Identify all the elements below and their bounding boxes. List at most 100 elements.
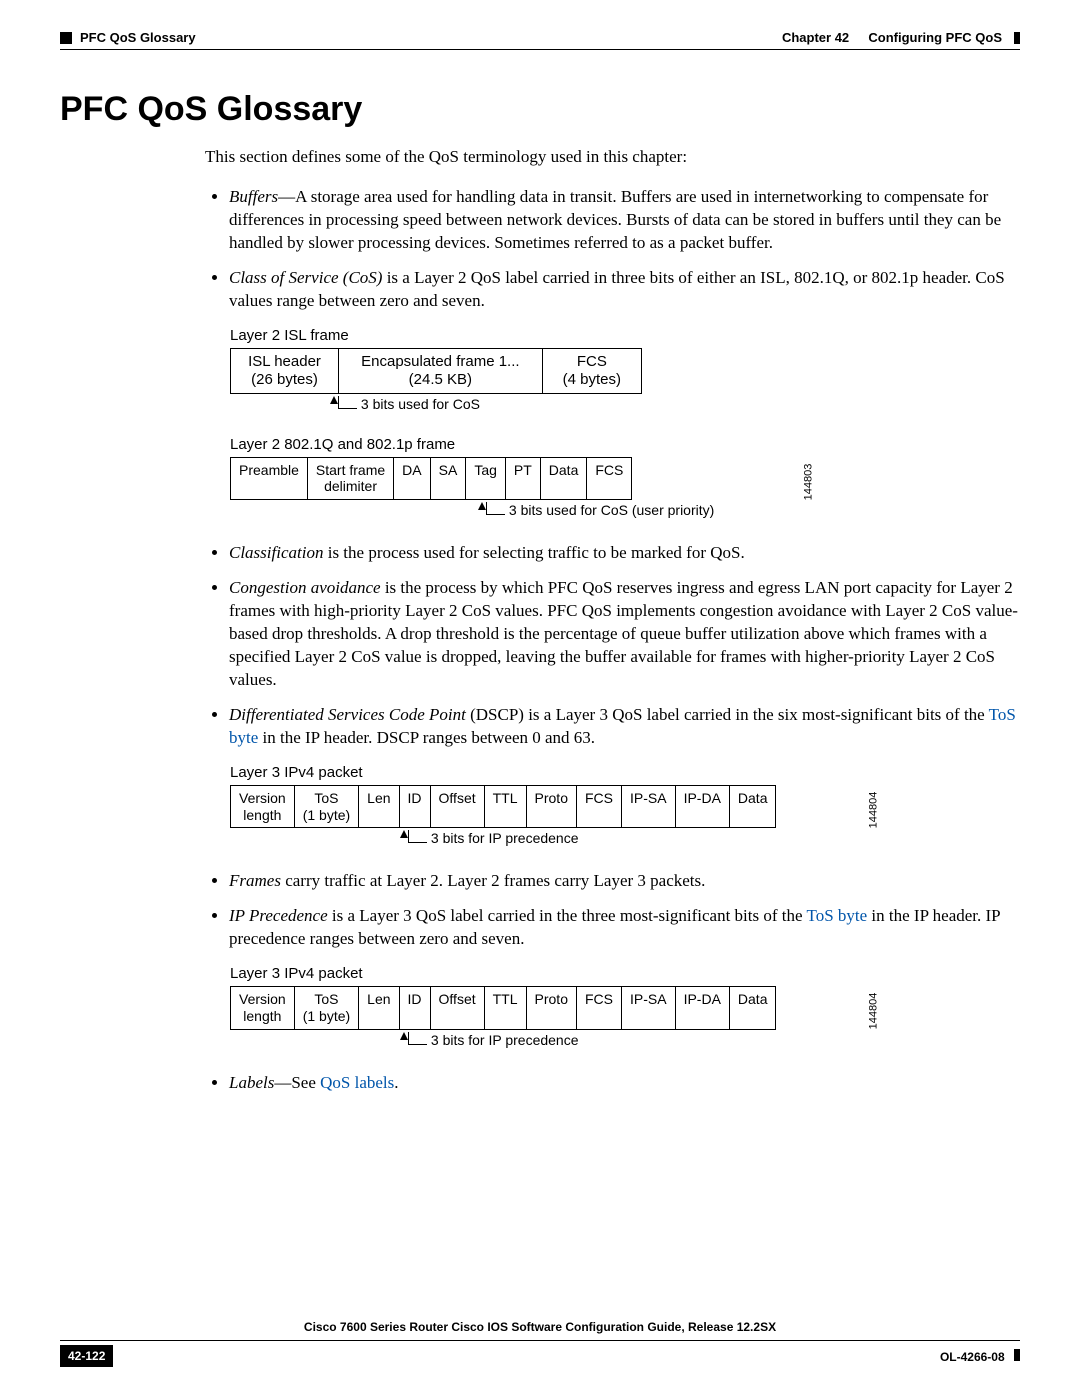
list-item: Congestion avoidance is the process by w… xyxy=(229,577,1020,692)
frame-cell: ToS (1 byte) xyxy=(295,987,359,1029)
glossary-list: Buffers—A storage area used for handling… xyxy=(205,186,1020,313)
cell-line: delimiter xyxy=(324,478,377,494)
term-labels: Labels xyxy=(229,1073,274,1092)
cell-line: Offset xyxy=(439,790,476,806)
frame-cell: FCS xyxy=(577,786,622,828)
term-dscp: Differentiated Services Code Point xyxy=(229,705,466,724)
text-ipprec-a: is a Layer 3 QoS label carried in the th… xyxy=(328,906,807,925)
frame-cell: Version length xyxy=(231,786,295,828)
cell-line: SA xyxy=(439,462,458,478)
diagram-caption: Layer 2 ISL frame xyxy=(230,327,1020,344)
figure-id: 144804 xyxy=(867,993,879,1030)
arrow-up-icon xyxy=(400,830,408,838)
cell-line: Version xyxy=(239,991,286,1007)
list-item: Labels—See QoS labels. xyxy=(229,1072,1020,1095)
frame-cell: Len xyxy=(359,786,399,828)
cell-line: ToS xyxy=(314,991,338,1007)
text-frames: carry traffic at Layer 2. Layer 2 frames… xyxy=(281,871,705,890)
footer-rule xyxy=(60,1340,1020,1341)
annotation-text: 3 bits for IP precedence xyxy=(431,830,579,846)
text-labels-end: . xyxy=(394,1073,398,1092)
cell-line: (1 byte) xyxy=(303,807,350,823)
header-chapter: Chapter 42 xyxy=(782,30,849,45)
frame-cell: FCS (4 bytes) xyxy=(543,349,641,393)
cell-line: Tag xyxy=(474,462,497,478)
cell-line: length xyxy=(243,807,281,823)
page-title: PFC QoS Glossary xyxy=(60,90,1020,129)
cell-line: FCS xyxy=(585,991,613,1007)
cell-line: IP-SA xyxy=(630,790,667,806)
glossary-list: Frames carry traffic at Layer 2. Layer 2… xyxy=(205,870,1020,951)
list-item: Frames carry traffic at Layer 2. Layer 2… xyxy=(229,870,1020,893)
frame-row: Version length ToS (1 byte) Len ID Offse… xyxy=(230,986,776,1030)
footer-doc-title: Cisco 7600 Series Router Cisco IOS Softw… xyxy=(60,1320,1020,1334)
frame-cell: ID xyxy=(400,987,431,1029)
diagram-annotation: 3 bits for IP precedence xyxy=(400,830,1020,846)
cell-line: TTL xyxy=(493,790,518,806)
frame-cell: Data xyxy=(730,987,776,1029)
cell-line: TTL xyxy=(493,991,518,1007)
cell-line: FCS xyxy=(577,353,607,370)
text-dscp-a: (DSCP) is a Layer 3 QoS label carried in… xyxy=(466,705,989,724)
cell-line: ToS xyxy=(314,790,338,806)
term-buffers: Buffers xyxy=(229,187,278,206)
cell-line: DA xyxy=(402,462,421,478)
diagram-ipv4-2: Layer 3 IPv4 packet Version length ToS (… xyxy=(230,965,1020,1048)
diagram-caption: Layer 3 IPv4 packet xyxy=(230,965,1020,982)
frame-cell: PT xyxy=(506,458,541,500)
cell-line: Start frame xyxy=(316,462,385,478)
cell-line: ID xyxy=(408,790,422,806)
link-qos-labels[interactable]: QoS labels xyxy=(320,1073,394,1092)
cell-line: Len xyxy=(367,991,390,1007)
frame-cell: Data xyxy=(541,458,588,500)
arrow-up-icon xyxy=(478,502,486,510)
frame-cell: FCS xyxy=(577,987,622,1029)
cell-line: Version xyxy=(239,790,286,806)
frame-cell: ISL header (26 bytes) xyxy=(231,349,339,393)
header-section-name: PFC QoS Glossary xyxy=(80,30,196,45)
term-congestion: Congestion avoidance xyxy=(229,578,381,597)
text-buffers: —A storage area used for handling data i… xyxy=(229,187,1001,252)
cell-line: (26 bytes) xyxy=(251,371,318,388)
term-classification: Classification xyxy=(229,543,323,562)
diagram-caption: Layer 3 IPv4 packet xyxy=(230,764,1020,781)
term-frames: Frames xyxy=(229,871,281,890)
frame-cell: Proto xyxy=(527,987,577,1029)
frame-cell: DA xyxy=(394,458,430,500)
text-labels-sep: —See xyxy=(274,1073,320,1092)
annotation-text: 3 bits for IP precedence xyxy=(431,1032,579,1048)
diagram-isl: Layer 2 ISL frame ISL header (26 bytes) … xyxy=(230,327,1020,412)
running-header: PFC QoS Glossary Chapter 42 Configuring … xyxy=(60,30,1020,45)
cell-line: Len xyxy=(367,790,390,806)
frame-cell: Offset xyxy=(431,786,485,828)
cell-line: Proto xyxy=(535,991,568,1007)
cell-line: FCS xyxy=(595,462,623,478)
frame-cell: Offset xyxy=(431,987,485,1029)
list-item: Classification is the process used for s… xyxy=(229,542,1020,565)
term-cos: Class of Service (CoS) xyxy=(229,268,382,287)
cell-line: FCS xyxy=(585,790,613,806)
frame-cell: Version length xyxy=(231,987,295,1029)
annotation-text: 3 bits used for CoS (user priority) xyxy=(509,502,714,518)
cell-line: IP-DA xyxy=(684,991,721,1007)
frame-cell: IP-SA xyxy=(622,987,676,1029)
footer-end-marker-icon xyxy=(1014,1349,1020,1361)
frame-cell: Tag xyxy=(466,458,506,500)
diagram-dot1q: Layer 2 802.1Q and 802.1p frame Preamble… xyxy=(230,436,1020,519)
frame-cell: Proto xyxy=(527,786,577,828)
arrow-up-icon xyxy=(330,396,338,404)
frame-cell: IP-DA xyxy=(676,786,730,828)
page: PFC QoS Glossary Chapter 42 Configuring … xyxy=(0,0,1080,1397)
glossary-list: Labels—See QoS labels. xyxy=(205,1072,1020,1095)
header-rule xyxy=(60,49,1020,50)
frame-cell: Start frame delimiter xyxy=(308,458,394,500)
cell-line: PT xyxy=(514,462,532,478)
cell-line: Offset xyxy=(439,991,476,1007)
figure-id: 144804 xyxy=(867,791,879,828)
frame-cell: Len xyxy=(359,987,399,1029)
frame-cell: TTL xyxy=(485,786,527,828)
cell-line: Data xyxy=(738,790,768,806)
page-footer: Cisco 7600 Series Router Cisco IOS Softw… xyxy=(60,1320,1020,1367)
cell-line: Encapsulated frame 1... xyxy=(361,353,519,370)
link-tos-byte[interactable]: ToS byte xyxy=(807,906,868,925)
